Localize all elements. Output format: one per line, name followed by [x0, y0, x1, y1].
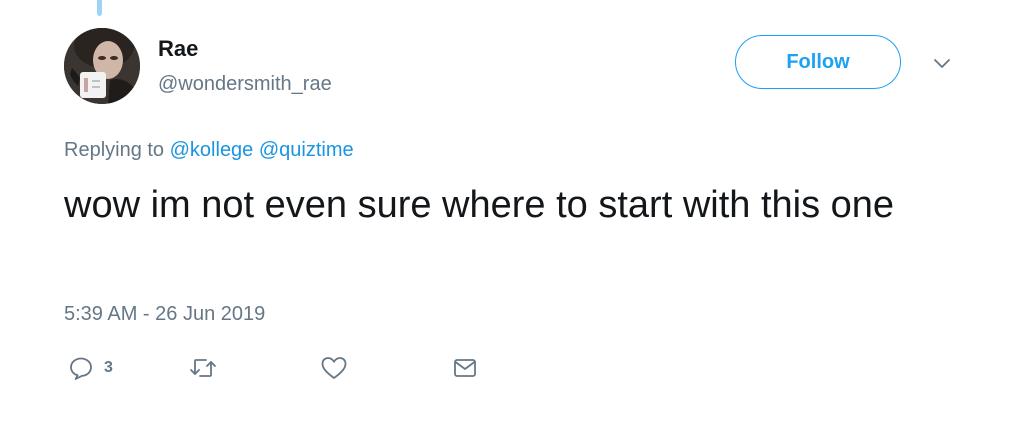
- mention-link[interactable]: @quiztime: [259, 139, 354, 161]
- like-button[interactable]: [320, 352, 348, 384]
- message-button[interactable]: [452, 352, 478, 384]
- retweet-button[interactable]: [188, 352, 218, 384]
- retweet-icon: [188, 355, 218, 381]
- username[interactable]: @wondersmith_rae: [158, 72, 332, 96]
- thread-line: [97, 0, 102, 16]
- replying-prefix: Replying to: [64, 139, 165, 161]
- chevron-down-icon[interactable]: [930, 56, 954, 72]
- reply-count: 3: [104, 359, 113, 376]
- reply-button[interactable]: 3: [68, 352, 113, 384]
- tweet-card: Rae @wondersmith_rae Follow Replying to …: [0, 0, 1024, 421]
- follow-button[interactable]: Follow: [735, 35, 901, 89]
- display-name[interactable]: Rae: [158, 36, 198, 62]
- heart-icon: [320, 355, 348, 381]
- replying-to: Replying to @kollege @quiztime: [64, 138, 354, 162]
- envelope-icon: [452, 355, 478, 381]
- tweet-text: wow im not even sure where to start with…: [64, 184, 895, 226]
- reply-icon: [68, 355, 94, 381]
- timestamp[interactable]: 5:39 AM - 26 Jun 2019: [64, 302, 265, 326]
- mention-link[interactable]: @kollege: [170, 139, 254, 161]
- avatar[interactable]: [64, 28, 140, 104]
